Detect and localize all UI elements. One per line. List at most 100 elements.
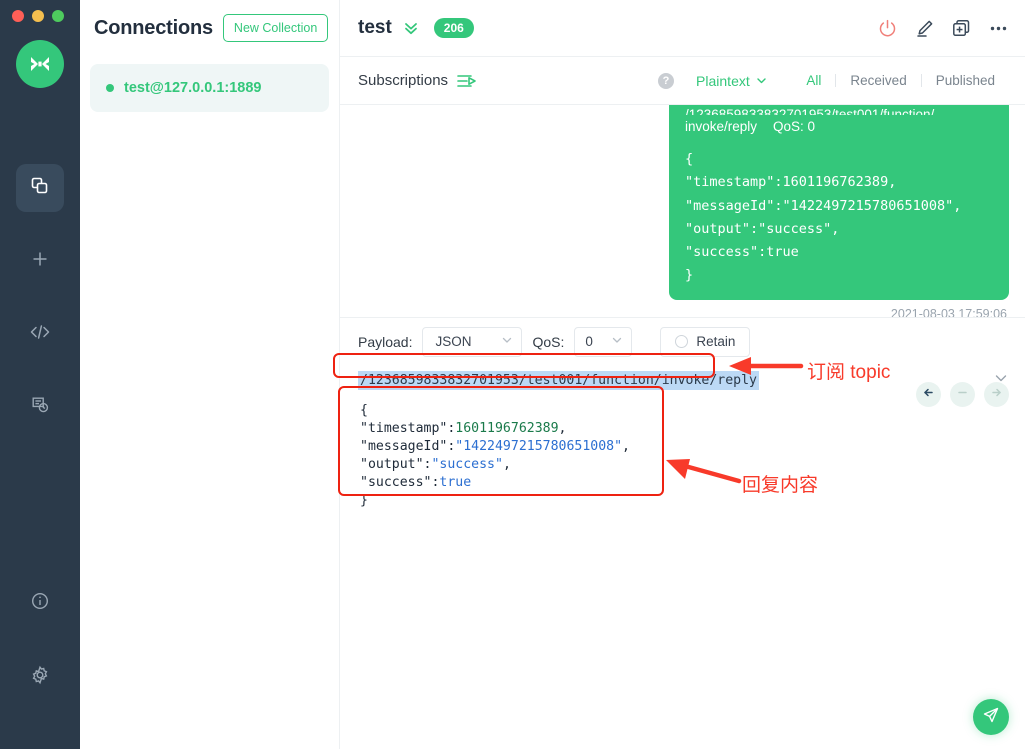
tab-all[interactable]: All [792,73,835,88]
info-icon [30,591,50,616]
main-header: test 206 [340,0,1025,57]
mqttx-window: Connections New Collection test@127.0.0.… [0,0,1025,749]
send-button[interactable] [973,699,1009,735]
arrow-right-icon [990,386,1003,404]
payload-format-selector[interactable]: Plaintext [696,73,767,89]
token-punc: { [360,403,368,418]
chevron-down-icon [501,334,513,349]
mqttx-logo-icon [16,40,64,88]
copy-windows-icon [30,176,50,201]
tab-published[interactable]: Published [922,73,1009,88]
token-num: 1601196762389 [455,421,559,436]
ellipsis-icon[interactable] [988,18,1009,39]
sidebar-item-log[interactable] [16,383,64,431]
payload-label: Payload: [358,333,413,350]
connection-title: test [358,17,392,38]
new-collection-button[interactable]: New Collection [222,14,329,42]
sidebar-item-connections[interactable] [16,164,64,212]
token-str: "success" [431,457,503,472]
connection-status-dot [106,84,114,92]
topic-input[interactable]: /1236859833832701953/test001/function/in… [358,370,759,390]
left-rail [0,0,80,749]
arrow-left-icon [922,386,935,404]
plus-icon [30,249,50,274]
qos-label: QoS: [532,333,565,350]
payload-format-value: Plaintext [696,72,750,89]
message-bubble[interactable]: /1236859833832701953/test001/function/ i… [669,105,1009,300]
editor-line: "output":"success", [360,456,1025,474]
token-str: "1422497215780651008" [455,439,623,454]
retain-radio[interactable] [675,335,689,348]
token-punc: } [360,493,368,508]
rail-primary-nav [0,164,80,456]
token-key: "success" [360,475,432,490]
main-panel: test 206 Subscriptions ? Plaintext All R… [340,0,1025,749]
message-payload: { "timestamp":1601196762389, "messageId"… [685,151,962,284]
close-window-button[interactable] [12,10,24,22]
duplicate-plus-icon[interactable] [951,18,972,39]
question-mark-icon[interactable]: ? [658,72,675,89]
sidebar-item-scripts[interactable] [16,310,64,358]
chevron-down-icon [611,334,623,349]
token-punc: , [622,439,630,454]
code-brackets-icon [29,322,51,347]
subscriptions-label: Subscriptions [358,72,449,89]
token-punc: , [558,421,567,436]
message-list[interactable]: /1236859833832701953/test001/function/ i… [340,105,1025,317]
maximize-window-button[interactable] [52,10,64,22]
token-key: "timestamp" [360,421,448,436]
minimize-window-button[interactable] [32,10,44,22]
editor-line: } [360,492,1025,510]
message-count-badge: 206 [433,18,474,38]
editor-line: "success":true [360,474,1025,492]
tab-received[interactable]: Received [836,73,920,88]
double-chevron-down-icon[interactable] [402,19,420,37]
next-message-button[interactable] [984,382,1009,407]
payload-toolbar: Payload: JSON QoS: 0 Retain [340,317,1025,365]
token-bool: true [439,475,472,490]
retain-label: Retain [696,334,736,349]
power-icon[interactable] [877,18,898,39]
qos-select[interactable]: 0 [574,326,633,357]
message-timestamp: 2021-08-03 17:59:06 [890,306,1007,317]
editor-line: "messageId":"1422497215780651008", [360,438,1025,456]
page-title: Connections [94,16,213,39]
publish-payload-editor[interactable]: { "timestamp":1601196762389, "messageId":"… [340,395,1025,510]
header-actions [877,18,1009,39]
prev-message-button[interactable] [916,382,941,407]
sidebar-item-new-connection[interactable] [16,237,64,285]
connection-name: test@127.0.0.1:1889 [124,80,262,96]
message-meta: invoke/reply QoS: 0 [685,115,993,138]
token-key: "output" [360,457,424,472]
retain-toggle[interactable]: Retain [660,326,751,357]
stop-button[interactable] [950,382,975,407]
gear-icon [30,665,50,690]
connections-list: test@127.0.0.1:1889 [80,56,339,112]
message-row: /1236859833832701953/test001/function/ i… [358,105,1009,317]
connections-panel: Connections New Collection test@127.0.0.… [80,0,340,749]
message-filter-tabs: All Received Published [792,73,1009,88]
payload-format-selected-value: JSON [435,334,472,349]
token-key: "messageId" [360,439,448,454]
sidebar-item-about[interactable] [16,579,64,627]
list-item[interactable]: test@127.0.0.1:1889 [90,64,329,112]
message-topic-wrapped: /1236859833832701953/test001/function/ [685,107,935,115]
editor-line: "timestamp":1601196762389, [360,420,1025,438]
pencil-icon[interactable] [914,18,935,39]
minus-icon [956,386,969,404]
token-punc: , [502,457,511,472]
connections-header: Connections New Collection [80,0,339,56]
window-traffic-lights [12,10,64,22]
chevron-down-icon [756,73,767,89]
subscriptions-bar: Subscriptions ? Plaintext All Received P… [340,57,1025,105]
paper-plane-icon [982,706,1000,729]
message-qos: QoS: 0 [773,119,816,134]
message-topic-tail: invoke/reply [685,119,758,134]
qos-selected-value: 0 [585,334,593,349]
rail-secondary-nav [0,579,80,701]
log-clock-icon [30,395,50,420]
message-nav-arrows [916,382,1009,407]
payload-format-select[interactable]: JSON [422,326,523,357]
sidebar-item-settings[interactable] [16,653,64,701]
subscription-list-icon[interactable] [456,72,478,90]
